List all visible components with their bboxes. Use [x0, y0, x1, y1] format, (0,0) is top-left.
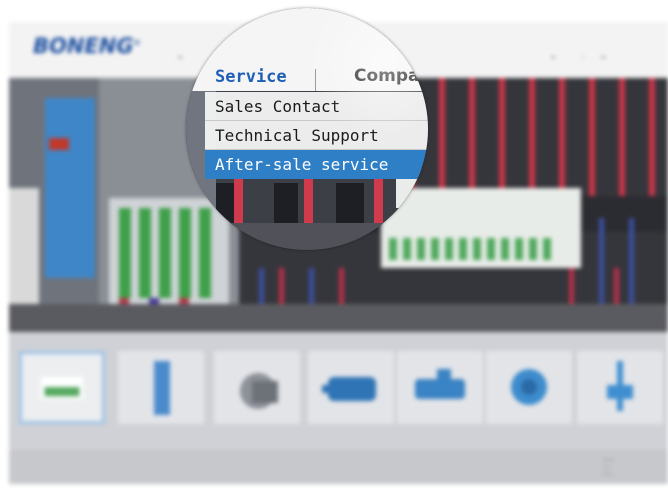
- menu-item-after-sale-service[interactable]: After-sale service: [205, 150, 428, 179]
- thumbnail-worm-jack[interactable]: [577, 351, 663, 424]
- blue-gearbox-icon: [415, 369, 465, 399]
- thumbnail-power-module[interactable]: [118, 351, 204, 424]
- thumbnail-servo-motor[interactable]: [214, 351, 300, 424]
- thumbnail-blue-motor[interactable]: [308, 351, 394, 424]
- menu-item-sales-contact[interactable]: Sales Contact: [205, 92, 428, 121]
- thumbnail-planetary-gear[interactable]: [486, 351, 572, 424]
- magnifier-lens: Service Company Sales Contact Technical …: [186, 8, 428, 250]
- brand-logo[interactable]: BONENG®: [33, 34, 141, 58]
- footer-text-blurred: ▪▪▪▪▪▪▪▪: [603, 457, 615, 462]
- language-link-blurred[interactable]: ▪▪: [551, 55, 555, 61]
- servo-motor-icon: [240, 373, 278, 409]
- planetary-gear-icon: [511, 369, 547, 405]
- footer-text-blurred: ▪▪▪▪▪: [603, 464, 611, 469]
- product-thumbnail-strip: [9, 332, 668, 450]
- power-module-icon: [154, 361, 170, 415]
- blue-motor-icon: [322, 377, 376, 401]
- worm-jack-icon: [607, 361, 633, 411]
- menu-item-technical-support[interactable]: Technical Support: [205, 121, 428, 150]
- thumbnail-blue-gearbox[interactable]: [397, 351, 483, 424]
- language-link-blurred[interactable]: ▪▪: [601, 55, 605, 61]
- service-dropdown-menu: Sales Contact Technical Support After-sa…: [205, 92, 428, 179]
- nav-company[interactable]: Company: [354, 66, 428, 86]
- terminal-block-icon: [40, 376, 84, 399]
- footer-text-blurred: ▪▪▪▪▪▪▪: [603, 471, 613, 476]
- thumbnail-terminal-block[interactable]: [19, 351, 105, 424]
- nav-divider: [315, 69, 316, 91]
- site-footer: ▪▪▪▪▪▪▪▪ ▪▪▪▪▪ ▪▪▪▪▪▪▪: [9, 450, 668, 484]
- nav-divider: |: [582, 55, 584, 61]
- nav-service[interactable]: Service: [215, 67, 287, 87]
- nav-item-blurred[interactable]: ▪▪: [178, 55, 182, 61]
